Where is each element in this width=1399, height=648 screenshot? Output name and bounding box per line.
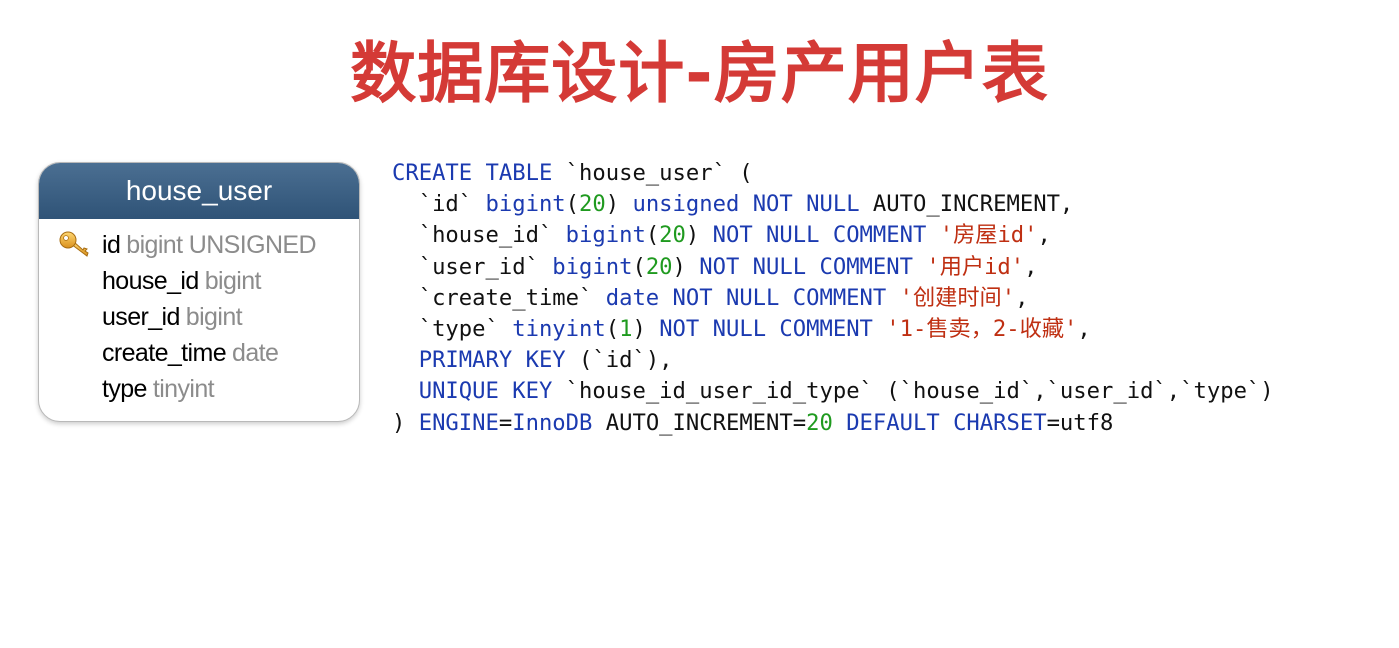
- sql-token: ENGINE: [418, 409, 499, 436]
- sql-line: `type` tinyint(1) NOT NULL COMMENT '1-售卖…: [392, 314, 1274, 345]
- sql-line: `house_id` bigint(20) NOT NULL COMMENT '…: [392, 220, 1274, 251]
- sql-token: `house_user` (: [552, 160, 753, 186]
- sql-token: '1-售卖，2-收藏': [886, 315, 1078, 342]
- sql-token: =: [498, 409, 513, 436]
- sql-token: '创建时间': [899, 284, 1016, 311]
- sql-token: `id`: [392, 191, 486, 218]
- sql-token: date NOT NULL COMMENT: [605, 284, 887, 311]
- sql-token: ): [685, 222, 713, 249]
- sql-token: '用户id': [926, 253, 1025, 280]
- sql-token: ,: [1077, 315, 1091, 342]
- sql-token: ): [632, 315, 660, 342]
- sql-token: ): [392, 409, 419, 436]
- slide-title: 数据库设计-房产用户表: [350, 35, 1049, 112]
- key-icon: [59, 231, 89, 257]
- sql-code-block: CREATE TABLE `house_user` ( `id` bigint(…: [392, 158, 1274, 439]
- sql-token: 20: [659, 222, 686, 249]
- sql-line: PRIMARY KEY (`id`),: [392, 345, 1274, 376]
- sql-token: (`id`),: [565, 347, 673, 374]
- sql-token: (: [645, 222, 660, 249]
- field-name: type: [102, 375, 147, 403]
- sql-line: `user_id` bigint(20) NOT NULL COMMENT '用…: [392, 252, 1274, 283]
- sql-token: NOT NULL COMMENT: [659, 315, 873, 342]
- sql-token: ,: [1037, 222, 1051, 249]
- er-field-type: type tinyint: [39, 371, 359, 407]
- er-field-create-time: create_time date: [39, 335, 359, 371]
- sql-token: unsigned NOT NULL: [632, 191, 860, 218]
- sql-line: CREATE TABLE `house_user` (: [392, 158, 1274, 189]
- sql-token: 20: [806, 409, 833, 436]
- er-field-user-id: user_id bigint: [39, 299, 359, 335]
- sql-token: (: [565, 191, 580, 218]
- field-type: date: [232, 339, 279, 367]
- sql-token: tinyint: [512, 315, 606, 342]
- sql-token: `house_id_user_id_type` (`house_id`,`use…: [552, 378, 1274, 405]
- sql-token: UNIQUE KEY: [418, 378, 553, 405]
- sql-token: '房屋id': [939, 222, 1038, 249]
- field-name: house_id: [102, 267, 199, 295]
- field-name: user_id: [102, 303, 180, 331]
- sql-token: NOT NULL COMMENT: [712, 222, 927, 249]
- sql-token: CREATE TABLE: [392, 160, 553, 186]
- sql-token: ,: [1015, 284, 1029, 311]
- er-field-list: id bigint UNSIGNED house_id bigint user_id…: [39, 219, 359, 407]
- field-type: tinyint: [152, 375, 215, 403]
- er-field-house-id: house_id bigint: [39, 263, 359, 299]
- er-table-name: house_user: [39, 163, 359, 219]
- sql-token: `type`: [392, 315, 513, 342]
- field-type: bigint: [185, 303, 243, 331]
- field-type: bigint: [204, 267, 262, 295]
- sql-token: AUTO_INCREMENT,: [859, 191, 1074, 218]
- sql-token: NOT NULL COMMENT: [699, 253, 913, 280]
- sql-token: 20: [579, 191, 606, 218]
- er-field-id: id bigint UNSIGNED: [39, 227, 359, 263]
- sql-token: =utf8: [1046, 409, 1114, 436]
- sql-token: (: [632, 253, 646, 280]
- sql-token: InnoDB: [512, 409, 593, 436]
- sql-token: 20: [645, 253, 673, 280]
- sql-token: AUTO_INCREMENT=: [592, 409, 807, 436]
- er-table-card: house_user id bigint UNSIGNED house_id big…: [38, 162, 360, 422]
- sql-token: bigint: [552, 253, 633, 280]
- sql-token: (: [605, 315, 620, 342]
- sql-token: bigint: [565, 222, 646, 249]
- sql-token: `create_time`: [392, 284, 606, 311]
- field-name: id: [102, 231, 121, 259]
- sql-token: ,: [1024, 253, 1038, 280]
- sql-token: PRIMARY KEY: [418, 347, 566, 374]
- sql-line: `id` bigint(20) unsigned NOT NULL AUTO_I…: [392, 189, 1274, 220]
- sql-token: `user_id`: [392, 253, 553, 280]
- sql-token: DEFAULT CHARSET: [846, 409, 1047, 436]
- sql-token: 1: [619, 315, 633, 342]
- sql-token: ): [605, 191, 633, 218]
- sql-line: UNIQUE KEY `house_id_user_id_type` (`hou…: [392, 376, 1274, 407]
- sql-token: `house_id`: [392, 222, 566, 249]
- sql-line: ) ENGINE=InnoDB AUTO_INCREMENT=20 DEFAUL…: [392, 408, 1274, 439]
- sql-token: ): [672, 253, 700, 280]
- sql-line: `create_time` date NOT NULL COMMENT '创建时…: [392, 283, 1274, 314]
- field-type: bigint UNSIGNED: [126, 231, 316, 259]
- field-name: create_time: [102, 339, 227, 367]
- sql-token: bigint: [485, 191, 566, 218]
